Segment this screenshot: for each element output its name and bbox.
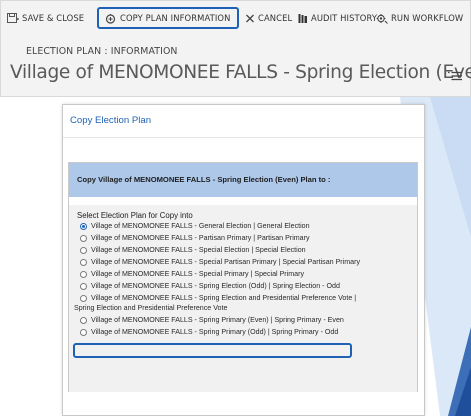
plan-option-general-election[interactable]: Village of MENOMONEE FALLS - General Ele…: [80, 221, 310, 231]
plan-option-label: Village of MENOMONEE FALLS - General Ele…: [91, 222, 310, 230]
save-close-button[interactable]: SAVE & CLOSE: [7, 8, 84, 28]
radio-button[interactable]: [80, 316, 87, 324]
plan-option-spring-primary-even[interactable]: Village of MENOMONEE FALLS - Spring Prim…: [80, 315, 344, 325]
radio-button[interactable]: [80, 270, 87, 278]
plan-option-label: Village of MENOMONEE FALLS - Spring Elec…: [91, 294, 357, 302]
radio-button[interactable]: [80, 328, 87, 336]
audit-history-icon: [298, 13, 307, 23]
plan-option-label: Village of MENOMONEE FALLS - Spring Prim…: [91, 328, 339, 336]
radio-button[interactable]: [80, 294, 87, 302]
cancel-label: CANCEL: [258, 13, 293, 23]
plan-option-label: Village of MENOMONEE FALLS - Special Par…: [91, 258, 361, 266]
audit-history-label: AUDIT HISTORY: [311, 13, 378, 23]
plan-option-label: Village of MENOMONEE FALLS - Special Pri…: [91, 270, 305, 278]
dialog-title: Copy Election Plan: [70, 115, 152, 126]
plan-option-label: Village of MENOMONEE FALLS - Special Ele…: [91, 246, 306, 254]
close-icon: [246, 14, 254, 22]
plan-option-label: Village of MENOMONEE FALLS - Partisan Pr…: [91, 234, 310, 242]
spring-primary-odd-highlight-box: [73, 343, 352, 358]
save-close-label: SAVE & CLOSE: [22, 13, 85, 23]
plan-option-special-election[interactable]: Village of MENOMONEE FALLS - Special Ele…: [80, 245, 306, 255]
page-title: Village of MENOMONEE FALLS - Spring Elec…: [10, 62, 471, 83]
election-plan-options: Select Election Plan for Copy into Villa…: [69, 205, 417, 392]
plan-option-spring-election-presidential[interactable]: Village of MENOMONEE FALLS - Spring Elec…: [80, 293, 356, 303]
radio-button[interactable]: [80, 234, 87, 242]
cancel-button[interactable]: CANCEL: [245, 8, 292, 28]
menu-list-icon[interactable]: [448, 71, 462, 81]
plan-option-special-primary[interactable]: Village of MENOMONEE FALLS - Special Pri…: [80, 269, 304, 279]
plan-option-partisan-primary[interactable]: Village of MENOMONEE FALLS - Partisan Pr…: [80, 233, 310, 243]
plan-option-spring-election-odd[interactable]: Village of MENOMONEE FALLS - Spring Elec…: [80, 281, 340, 291]
form-entity-label: ELECTION PLAN : INFORMATION: [26, 46, 178, 57]
audit-history-button[interactable]: AUDIT HISTORY: [298, 8, 377, 28]
radio-button[interactable]: [80, 258, 87, 266]
radio-button[interactable]: [80, 246, 87, 254]
workflow-icon: [376, 13, 388, 24]
copy-election-plan-dialog: Copy Election Plan Copy Village of MENOM…: [62, 104, 425, 416]
screenshot: SAVE & CLOSE COPY PLAN INFORMATION CANCE…: [0, 0, 471, 416]
command-bar: SAVE & CLOSE COPY PLAN INFORMATION CANCE…: [1, 1, 470, 35]
run-workflow-button[interactable]: RUN WORKFLOW: [376, 8, 463, 28]
plan-option-label-continued: Spring Election and Presidential Prefere…: [74, 304, 228, 312]
plan-option-label: Village of MENOMONEE FALLS - Spring Elec…: [91, 282, 340, 290]
plan-option-spring-primary-odd[interactable]: Village of MENOMONEE FALLS - Spring Prim…: [80, 327, 338, 337]
plan-option-label: Village of MENOMONEE FALLS - Spring Prim…: [91, 316, 344, 324]
copy-banner: Copy Village of MENOMONEE FALLS - Spring…: [69, 163, 417, 197]
dialog-divider: [63, 137, 424, 138]
copy-banner-text: Copy Village of MENOMONEE FALLS - Spring…: [77, 175, 331, 184]
plan-option-special-partisan-primary[interactable]: Village of MENOMONEE FALLS - Special Par…: [80, 257, 360, 267]
form-header-panel: SAVE & CLOSE COPY PLAN INFORMATION CANCE…: [0, 0, 471, 97]
run-workflow-label: RUN WORKFLOW: [391, 13, 464, 23]
save-icon: [7, 12, 19, 23]
radio-button[interactable]: [80, 222, 87, 230]
copy-plan-highlight-box: [97, 7, 239, 29]
select-plan-label: Select Election Plan for Copy into: [77, 211, 193, 220]
radio-button[interactable]: [80, 282, 87, 290]
